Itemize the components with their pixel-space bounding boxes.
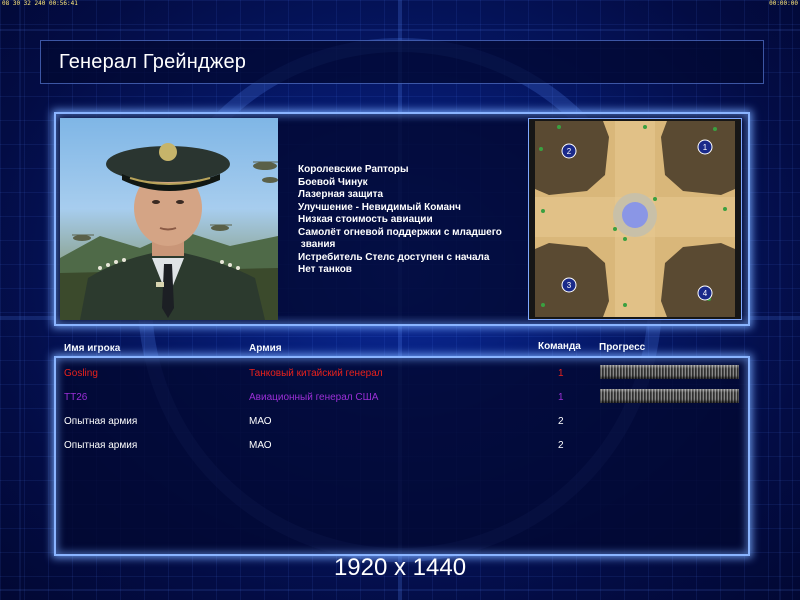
status-bar-clock: 00:00:00 (769, 0, 798, 7)
start-position-label: 3 (567, 281, 572, 290)
player-army: Танковый китайский генерал (249, 368, 383, 379)
table-row[interactable]: Gosling Танковый китайский генерал 1 (0, 365, 800, 384)
general-portrait (60, 118, 278, 320)
bonus-item: звания (298, 239, 336, 250)
header-panel: Генерал Грейнджер (40, 40, 764, 84)
table-row[interactable]: Опытная армия МАО 2 (0, 440, 800, 456)
player-army: МАО (249, 416, 272, 427)
bonus-item: Самолёт огневой поддержки с младшего (298, 226, 502, 238)
player-name: TT26 (64, 392, 88, 403)
minimap-start-markers: 1 2 3 4 (561, 139, 713, 301)
status-bar: 08 30 32 240 00:56:41 00:00:00 (0, 0, 800, 8)
bonus-item: Нет танков (298, 264, 352, 275)
player-team: 1 (558, 392, 564, 403)
player-team: 2 (558, 440, 564, 451)
start-position-label: 2 (567, 147, 572, 156)
start-position-label: 4 (703, 289, 708, 298)
general-bonuses-list: Королевские Рапторы Боевой Чинук Лазерна… (298, 164, 526, 277)
minimap[interactable]: 1 2 3 4 (528, 118, 742, 320)
bonus-item: Лазерная защита (298, 189, 384, 200)
header-player-name: Имя игрока (64, 343, 121, 354)
table-row[interactable]: TT26 Авиационный генерал США 1 (0, 389, 800, 408)
bonus-item: Улучшение - Невидимый Команч (298, 201, 461, 213)
players-table-panel (54, 356, 750, 556)
player-name: Gosling (64, 368, 98, 379)
header-army: Армия (249, 343, 282, 354)
player-team: 1 (558, 368, 564, 379)
bonus-item: Истребитель Стелс доступен с начала (298, 251, 490, 263)
progress-bar (600, 389, 739, 403)
bonus-item: Королевские Рапторы (298, 164, 409, 175)
bonus-item: Боевой Чинук (298, 176, 368, 188)
player-army: МАО (249, 440, 272, 451)
player-army: Авиационный генерал США (249, 392, 379, 403)
start-position-label: 1 (703, 143, 708, 152)
player-team: 2 (558, 416, 564, 427)
progress-bar (600, 365, 739, 379)
table-row[interactable]: Опытная армия МАО 2 (0, 416, 800, 432)
player-name: Опытная армия (64, 416, 138, 427)
general-portrait-icon (60, 143, 278, 320)
bonus-item: Низкая стоимость авиации (298, 214, 433, 225)
page-title: Генерал Грейнджер (59, 51, 247, 73)
status-bar-left: 08 30 32 240 00:56:41 (2, 0, 78, 7)
resolution-label: 1920 x 1440 (333, 554, 467, 581)
player-name: Опытная армия (64, 440, 138, 451)
header-progress: Прогресс (599, 342, 646, 353)
header-team: Команда (538, 341, 581, 352)
